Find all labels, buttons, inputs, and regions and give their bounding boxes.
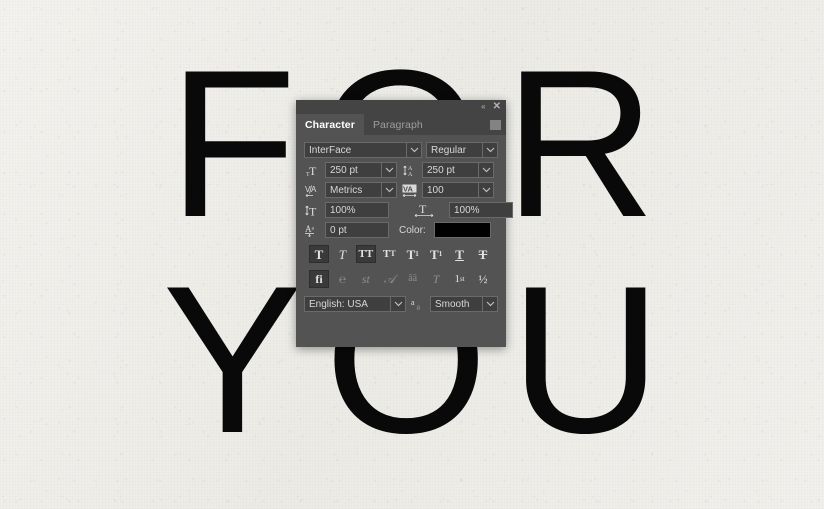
- font-family-chevron-down-icon[interactable]: [406, 143, 421, 157]
- collapse-double-chevron-icon[interactable]: «: [481, 103, 486, 111]
- panel-menu-icon[interactable]: [490, 120, 501, 129]
- color-label: Color:: [399, 224, 426, 236]
- leading-chevron-down-icon[interactable]: [478, 163, 493, 177]
- horizontal-scale-field[interactable]: 100%: [449, 202, 513, 218]
- antialias-value: Smooth: [435, 298, 470, 310]
- superscript-button[interactable]: T1: [403, 245, 423, 263]
- discretionary-ligatures-button[interactable]: st: [356, 270, 376, 288]
- scale-row: T 100% T 100%: [304, 202, 513, 218]
- faux-bold-button[interactable]: T: [309, 245, 329, 263]
- font-size-value: 250 pt: [330, 164, 358, 176]
- underline-button[interactable]: T: [450, 245, 470, 263]
- svg-text:T: T: [419, 203, 427, 216]
- svg-text:T: T: [306, 172, 310, 177]
- tab-paragraph[interactable]: Paragraph: [364, 114, 432, 135]
- leading-value: 250 pt: [427, 164, 455, 176]
- svg-text:a: a: [416, 302, 420, 311]
- kerning-tracking-row: V A Metrics VA 100: [304, 182, 498, 198]
- character-panel[interactable]: « ✕ Character Paragraph InterFace Regula…: [296, 100, 513, 347]
- small-caps-button[interactable]: TT: [379, 245, 399, 263]
- font-style-value: Regular: [431, 144, 467, 156]
- subscript-button[interactable]: T1: [426, 245, 446, 263]
- vertical-scale-field[interactable]: 100%: [325, 202, 389, 218]
- panel-tab-strip[interactable]: Character Paragraph: [296, 114, 506, 135]
- stylistic-alternates-button[interactable]: āā: [403, 270, 423, 288]
- svg-text:A: A: [311, 185, 317, 194]
- leading-combo[interactable]: 250 pt: [422, 162, 494, 178]
- svg-text:T: T: [309, 204, 317, 217]
- panel-titlebar[interactable]: « ✕: [296, 100, 506, 114]
- svg-text:A: A: [408, 172, 413, 177]
- tracking-value: 100: [427, 184, 444, 196]
- language-value: English: USA: [309, 298, 368, 310]
- opentype-buttons: fi ℮ st 𝒜 āā T 1st ½: [304, 270, 498, 288]
- baseline-shift-icon: A a: [304, 223, 321, 238]
- faux-italic-button[interactable]: T: [332, 245, 352, 263]
- font-family-combo[interactable]: InterFace: [304, 142, 422, 158]
- leading-icon: A A: [401, 163, 418, 178]
- ordinals-button[interactable]: 1st: [450, 270, 470, 288]
- baseline-color-row: A a 0 pt Color:: [304, 222, 498, 238]
- antialias-chevron-down-icon[interactable]: [482, 297, 497, 311]
- horizontal-scale-icon: T: [405, 203, 445, 218]
- contextual-alternates-button[interactable]: ℮: [332, 270, 352, 288]
- svg-text:a: a: [411, 298, 415, 307]
- tab-character[interactable]: Character: [296, 114, 364, 135]
- size-leading-row: T T 250 pt A A 250 pt: [304, 162, 498, 178]
- language-antialias-row: English: USA a a Smooth: [304, 296, 498, 312]
- svg-text:a: a: [312, 225, 315, 231]
- panel-body: InterFace Regular T T 250 pt A A 250 pt …: [296, 135, 513, 320]
- font-style-chevron-down-icon[interactable]: [482, 143, 497, 157]
- tracking-icon: VA: [401, 183, 418, 198]
- close-icon[interactable]: ✕: [493, 102, 501, 112]
- font-family-value: InterFace: [309, 144, 352, 156]
- all-caps-button[interactable]: TT: [355, 245, 376, 263]
- font-size-icon: T T: [304, 163, 321, 178]
- svg-text:VA: VA: [403, 184, 413, 193]
- standard-ligatures-button[interactable]: fi: [309, 270, 329, 288]
- font-size-combo[interactable]: 250 pt: [325, 162, 397, 178]
- antialias-combo[interactable]: Smooth: [430, 296, 498, 312]
- vertical-scale-icon: T: [304, 203, 321, 218]
- kerning-chevron-down-icon[interactable]: [381, 183, 396, 197]
- kerning-value: Metrics: [330, 184, 363, 196]
- type-style-buttons: T T TT TT T1 T1 T T: [304, 245, 498, 263]
- font-row: InterFace Regular: [304, 142, 498, 158]
- tracking-combo[interactable]: 100: [422, 182, 494, 198]
- kerning-combo[interactable]: Metrics: [325, 182, 397, 198]
- language-chevron-down-icon[interactable]: [390, 297, 405, 311]
- language-combo[interactable]: English: USA: [304, 296, 406, 312]
- kerning-icon: V A: [304, 183, 321, 198]
- font-style-combo[interactable]: Regular: [426, 142, 498, 158]
- text-color-swatch[interactable]: [433, 222, 491, 238]
- swash-button[interactable]: 𝒜: [379, 270, 399, 288]
- tracking-chevron-down-icon[interactable]: [478, 183, 493, 197]
- baseline-shift-field[interactable]: 0 pt: [325, 222, 389, 238]
- fractions-button[interactable]: ½: [473, 270, 493, 288]
- titling-alternates-button[interactable]: T: [426, 270, 446, 288]
- strikethrough-button[interactable]: T: [473, 245, 493, 263]
- svg-text:T: T: [309, 164, 317, 177]
- anti-alias-icon: a a: [410, 298, 426, 311]
- font-size-chevron-down-icon[interactable]: [381, 163, 396, 177]
